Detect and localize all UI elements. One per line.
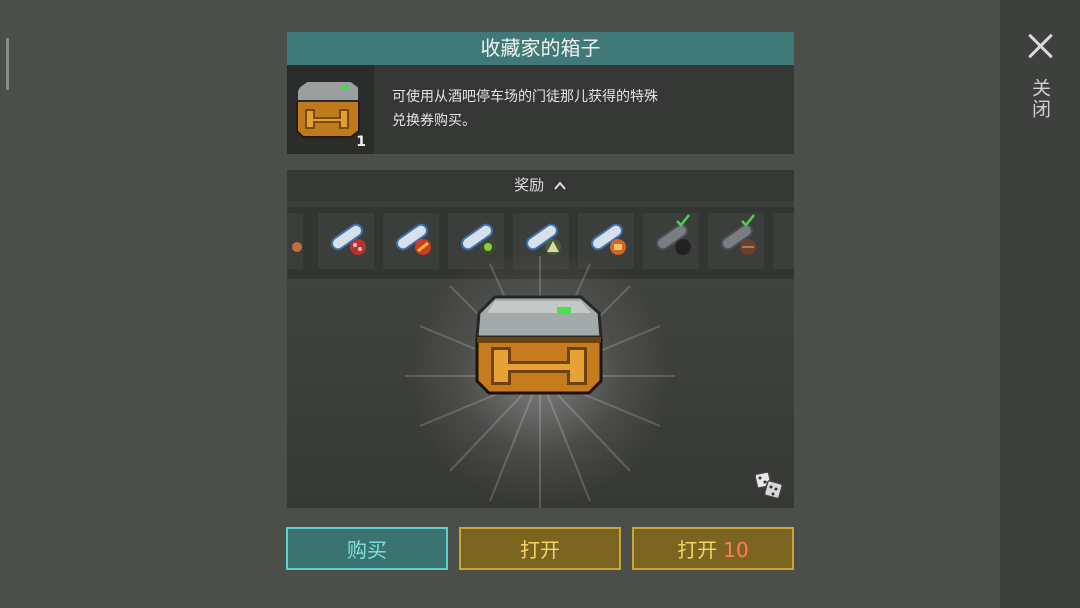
open-10-button[interactable]: 打开 10 [632,527,794,570]
chevron-up-icon [554,180,566,190]
blueprint-owned-brown-icon [720,214,756,255]
open-10-count: 10 [723,538,749,562]
chest-info-box: 1 可使用从酒吧停车场的门徒那儿获得的特殊 兑换券购买。 [287,65,794,154]
check-icon [741,214,755,227]
chest-thumbnail: 1 [287,65,374,154]
rewards-panel: 奖励 [287,170,794,508]
description-line-2: 兑换券购买。 [392,113,476,129]
close-icon [1026,28,1054,62]
open-button[interactable]: 打开 [459,527,621,570]
description-line-1: 可使用从酒吧停车场的门徒那儿获得的特殊 [392,89,658,105]
blueprint-red-dots-icon [330,223,366,255]
close-button[interactable]: 关闭 [1020,28,1060,138]
reward-item-partial[interactable] [287,213,303,269]
check-icon [676,214,690,227]
partial-blueprint-icon [292,242,302,252]
chest-title: 收藏家的箱子 [287,32,794,65]
buy-button[interactable]: 购买 [286,527,448,570]
collector-chest-icon [475,295,603,395]
open-10-label: 打开 [677,538,718,562]
left-edge-handle [6,38,9,90]
rewards-label: 奖励 [514,176,545,194]
reward-item-partial[interactable] [773,213,794,269]
close-label: 关闭 [1029,78,1051,120]
chest-count: 1 [356,134,366,150]
reward-item-owned[interactable] [708,213,764,269]
reward-item[interactable] [318,213,374,269]
rewards-toggle[interactable]: 奖励 [287,170,794,201]
dice-icon[interactable] [753,469,785,501]
chest-description: 可使用从酒吧停车场的门徒那儿获得的特殊 兑换券购买。 [392,85,722,133]
